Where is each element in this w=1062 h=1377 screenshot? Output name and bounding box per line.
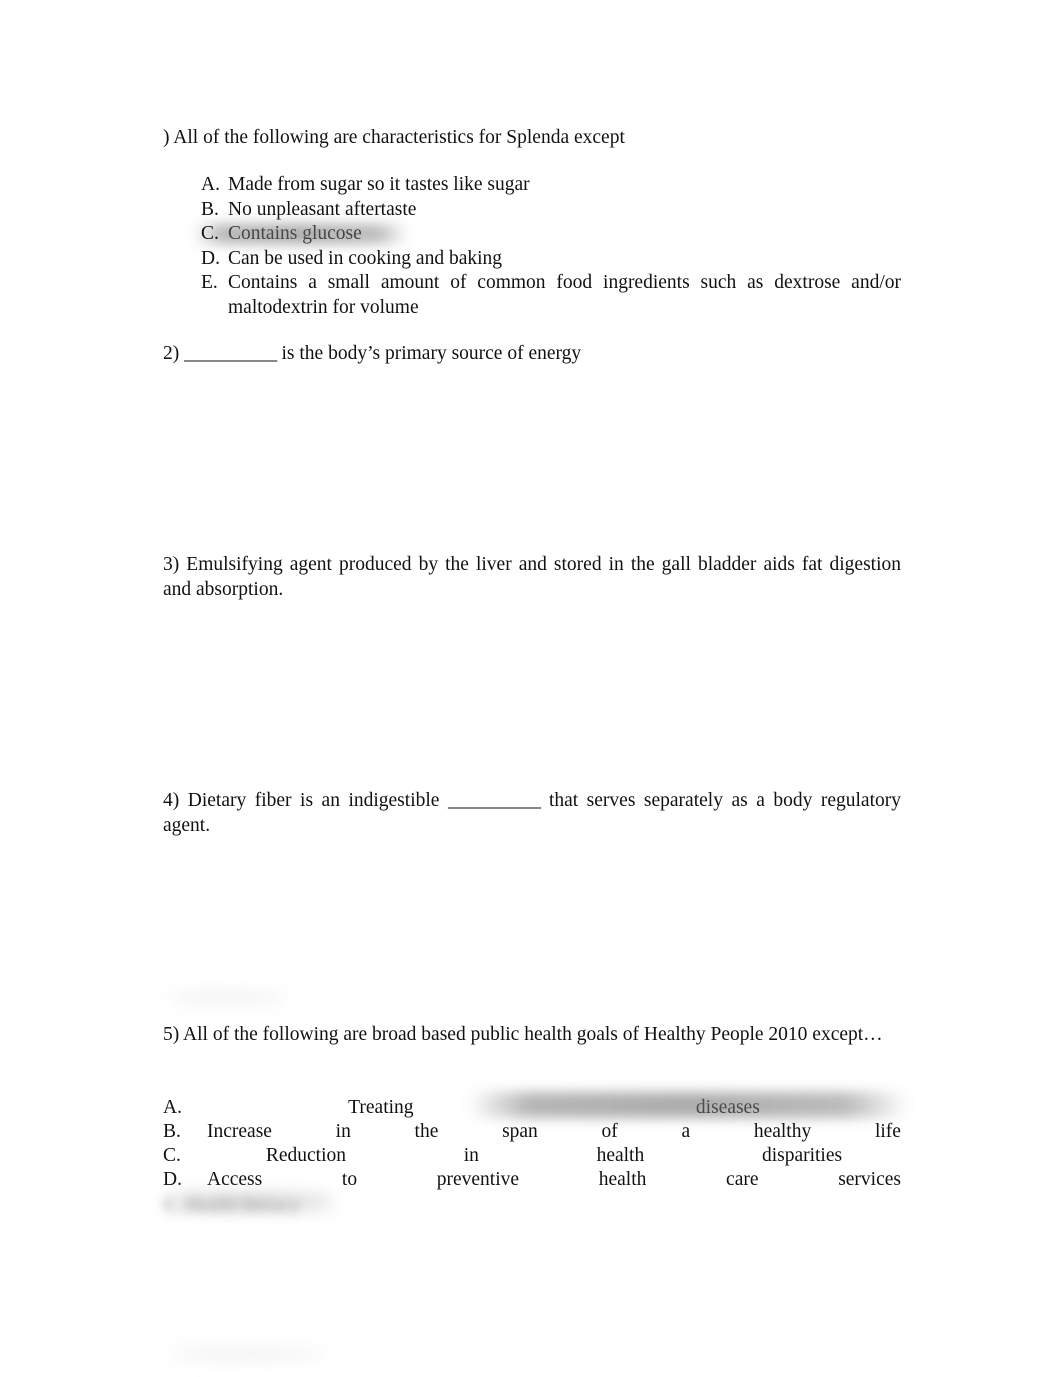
spread-option-d-word-1: to (341, 1169, 358, 1190)
spread-option-d-word-5: services (838, 1169, 901, 1190)
option-e[interactable]: E. Contains a small amount of common foo… (201, 271, 901, 320)
spread-option-b[interactable]: B. Increase in the span of a healthy lif… (163, 1120, 901, 1144)
question-5-stem: 5) All of the following are broad based … (163, 1024, 883, 1045)
option-a[interactable]: A. Made from sugar so it tastes like sug… (201, 173, 901, 198)
spread-option-d-word-0: Access (207, 1169, 263, 1190)
spread-option-c-letter: C. (163, 1145, 181, 1166)
spread-option-e-obscured-text: E. Health literacy (163, 1195, 300, 1216)
spread-option-b-word-3: span (502, 1121, 538, 1142)
question-4-block: 4) Dietary fiber is an indigestible ____… (163, 788, 901, 838)
question-1-block: ) All of the following are characteristi… (163, 125, 901, 320)
spread-option-d-word-4: care (726, 1169, 759, 1190)
ghost-line-page-bottom (161, 1348, 331, 1360)
spread-option-b-word-7: life (874, 1121, 901, 1142)
spread-option-c-word-0: Reduction (265, 1145, 346, 1166)
spread-option-d-word-2: preventive (436, 1169, 520, 1190)
question-4-lead: 4) Dietary fiber is an indigestible (163, 790, 448, 811)
option-b[interactable]: B. No unpleasant aftertaste (201, 198, 901, 223)
question-2-tail: is the body’s primary source of energy (276, 343, 582, 364)
spread-option-b-word-4: of (601, 1121, 618, 1142)
spread-option-c-word-2: health (596, 1145, 645, 1166)
option-c[interactable]: C. Contains glucose (193, 222, 901, 247)
spread-option-b-letter: B. (163, 1121, 181, 1142)
option-e-text: Contains a small amount of common food i… (228, 272, 901, 318)
option-d-letter: D. (201, 247, 220, 269)
question-2-blank[interactable]: __________ (184, 343, 277, 364)
document-page: ) All of the following are characteristi… (0, 0, 1062, 1377)
question-2-number: 2) (163, 343, 185, 364)
option-c-letter: C. (201, 223, 219, 244)
question-3-block: 3) Emulsifying agent produced by the liv… (163, 552, 901, 602)
spread-option-b-word-6: healthy (753, 1121, 812, 1142)
question-1-options: A. Made from sugar so it tastes like sug… (163, 173, 901, 320)
spread-option-a-words: Treating diseases (207, 1096, 901, 1120)
spread-option-b-words: Increase in the span of a healthy life (207, 1120, 901, 1144)
spread-option-b-word-0: Increase (207, 1121, 272, 1142)
spread-option-c-word-3: disparities (761, 1145, 843, 1166)
option-d-text: Can be used in cooking and baking (228, 247, 503, 269)
spread-option-d-words: Access to preventive health care service… (207, 1168, 901, 1192)
spread-option-e-smudge (159, 1192, 339, 1212)
spread-option-a-word-1: diseases (695, 1097, 760, 1118)
option-a-letter: A. (201, 174, 220, 195)
spread-option-d[interactable]: D. Access to preventive health care serv… (163, 1168, 901, 1192)
spread-option-d-word-3: health (598, 1169, 647, 1190)
spread-option-c-words: Reduction in health disparities (207, 1144, 901, 1168)
question-1-stem: ) All of the following are characteristi… (163, 127, 625, 148)
spread-option-e[interactable]: E. Health literacy (159, 1192, 901, 1218)
spread-option-a[interactable]: A. Treating diseases (163, 1092, 908, 1120)
question-4-stem: 4) Dietary fiber is an indigestible ____… (163, 788, 901, 838)
option-a-text: Made from sugar so it tastes like sugar (228, 174, 530, 195)
spread-option-c[interactable]: C. Reduction in health disparities (163, 1144, 901, 1168)
option-b-letter: B. (201, 198, 219, 220)
spread-option-b-word-1: in (335, 1121, 351, 1142)
question-5-options: A. Treating diseases B. Increase in the … (159, 1092, 908, 1218)
spread-option-c-word-1: in (463, 1145, 479, 1166)
option-c-text: Contains glucose (228, 223, 362, 244)
option-b-text: No unpleasant aftertaste (228, 198, 417, 220)
question-2-block: 2) __________ is the body’s primary sour… (163, 341, 901, 366)
question-2-stem: 2) __________ is the body’s primary sour… (163, 341, 901, 366)
spread-option-b-word-5: a (681, 1121, 691, 1142)
spread-option-d-letter: D. (163, 1169, 182, 1190)
question-4-blank[interactable]: __________ (448, 790, 541, 811)
spread-option-a-letter: A. (163, 1097, 182, 1118)
ghost-line-above-question-5 (161, 992, 293, 1004)
option-d[interactable]: D. Can be used in cooking and baking (201, 247, 901, 272)
question-5-block: 5) All of the following are broad based … (163, 1022, 901, 1047)
question-3-stem: 3) Emulsifying agent produced by the liv… (163, 554, 901, 600)
spread-option-a-word-0: Treating (348, 1097, 414, 1118)
spread-option-b-word-2: the (414, 1121, 439, 1142)
option-e-letter: E. (201, 272, 218, 293)
